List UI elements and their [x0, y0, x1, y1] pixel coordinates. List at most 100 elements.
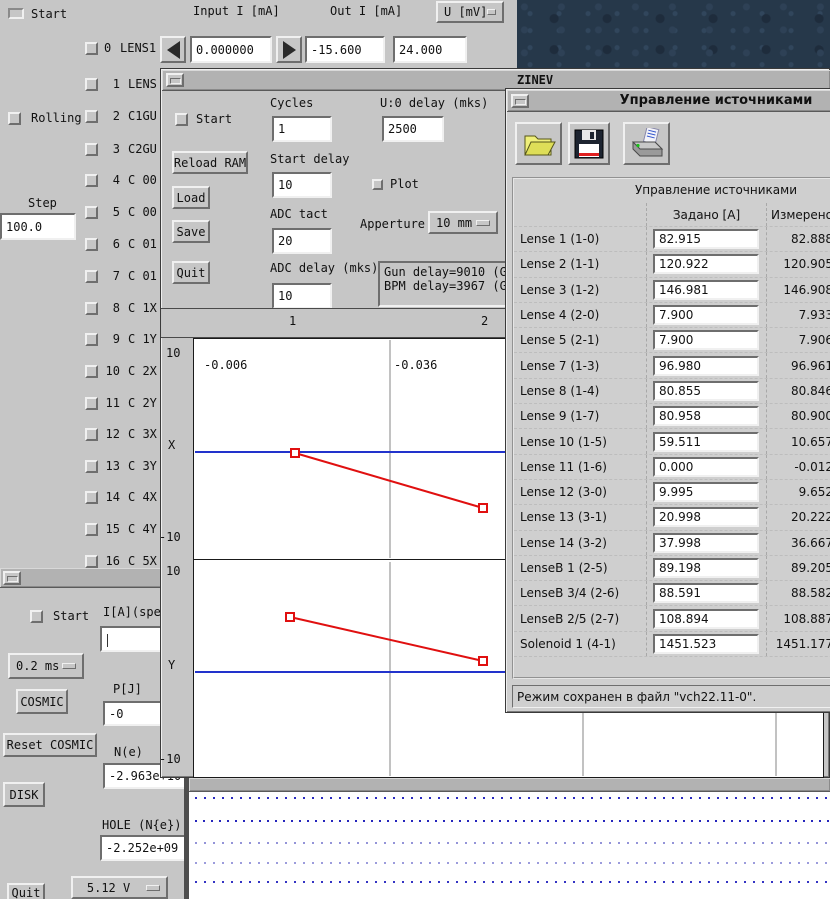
cosmic-quit-button[interactable]: Quit [7, 883, 45, 899]
channel-checkbox[interactable] [85, 523, 98, 536]
channel-checkbox[interactable] [85, 555, 98, 568]
channel-checkbox[interactable] [85, 428, 98, 441]
set-current-field[interactable]: 96.980 [653, 356, 759, 376]
channel-checkbox[interactable] [85, 491, 98, 504]
set-current-field[interactable]: 59.511 [653, 432, 759, 452]
u-units-option-menu[interactable]: U [mV] [436, 1, 504, 23]
desktop-wallpaper [517, 0, 830, 70]
disk-button[interactable]: DISK [3, 782, 45, 807]
reset-cosmic-button[interactable]: Reset COSMIC [3, 733, 97, 757]
channel-checkbox[interactable] [85, 365, 98, 378]
channel-checkbox[interactable] [85, 78, 98, 91]
step-field[interactable]: 100.0 [0, 213, 76, 240]
channel-number: 3 [102, 142, 120, 156]
zinev-title: ZINEV [517, 73, 553, 87]
increment-arrow-button[interactable] [276, 36, 302, 63]
channel-checkbox[interactable] [85, 460, 98, 473]
sources-titlebar[interactable]: Управление источниками [507, 90, 830, 112]
u-value-field[interactable]: 24.000 [393, 36, 467, 63]
open-file-button[interactable] [515, 122, 562, 165]
channel-name: LENS [128, 77, 157, 91]
out-current-field[interactable]: -15.600 [305, 36, 385, 63]
cosmic-start-checkbox[interactable] [30, 610, 43, 623]
scope-window [184, 778, 830, 899]
measured-current: 80.900 [766, 404, 830, 428]
set-current-field[interactable]: 80.855 [653, 381, 759, 401]
set-current-field[interactable]: 37.998 [653, 533, 759, 553]
set-current-field[interactable]: 0.000 [653, 457, 759, 477]
channel-checkbox[interactable] [85, 333, 98, 346]
set-current-field[interactable]: 7.900 [653, 330, 759, 350]
cosmic-start-label: Start [53, 609, 89, 623]
source-name: Lense 8 (1-4) [514, 384, 646, 398]
window-menu-button[interactable] [3, 571, 21, 585]
measured-current: 82.888 [766, 227, 830, 251]
set-current-field[interactable]: 146.981 [653, 280, 759, 300]
set-current-field[interactable]: 1451.523 [653, 634, 759, 654]
set-current-field[interactable]: 82.915 [653, 229, 759, 249]
channel-name: C 1X [128, 301, 157, 315]
print-button[interactable] [623, 122, 670, 165]
set-current-field[interactable]: 20.998 [653, 507, 759, 527]
hole-field[interactable]: -2.252e+09 [100, 835, 190, 861]
channel-checkbox[interactable] [85, 42, 98, 55]
measured-current: 10.657 [766, 429, 830, 453]
scope-titlebar[interactable] [189, 778, 830, 792]
set-current-field[interactable]: 80.958 [653, 406, 759, 426]
voltage-value: 5.12 V [87, 881, 130, 895]
voltage-option-menu[interactable]: 5.12 V [71, 876, 168, 899]
column-header-input-current: Input I [mA] [193, 4, 280, 18]
status-text: Режим сохранен в файл "vch22.11-0". [517, 690, 756, 704]
time-scale-option-menu[interactable]: 0.2 ms [8, 653, 84, 679]
set-current-field[interactable]: 88.591 [653, 583, 759, 603]
scope-trace [195, 797, 830, 799]
channel-checkbox[interactable] [85, 397, 98, 410]
channel-checkbox[interactable] [85, 110, 98, 123]
channel-checkbox[interactable] [85, 143, 98, 156]
channel-number: 14 [102, 490, 120, 504]
channel-name: C 00 [128, 173, 157, 187]
measured-current: 7.933 [766, 303, 830, 327]
channel-name: C 4Y [128, 522, 157, 536]
measured-current: 36.667 [766, 531, 830, 555]
set-current-field[interactable]: 89.198 [653, 558, 759, 578]
table-row: LenseB 2/5 (2-7)108.894108.887 [514, 606, 830, 631]
channel-number: 0 [104, 41, 111, 55]
table-row: Lense 11 (1-6)0.000-0.012 [514, 455, 830, 480]
set-current-field[interactable]: 9.995 [653, 482, 759, 502]
channel-name: C 1Y [128, 332, 157, 346]
measured-current: 1451.177 [766, 632, 830, 656]
channel-name: C 4X [128, 490, 157, 504]
channel-checkbox[interactable] [85, 270, 98, 283]
window-menu-button[interactable] [166, 73, 184, 87]
save-file-button[interactable] [568, 122, 610, 165]
source-name: LenseB 1 (2-5) [514, 561, 646, 575]
set-current-field[interactable]: 7.900 [653, 305, 759, 325]
input-current-field[interactable]: 0.000000 [190, 36, 272, 63]
channel-number: 1 [102, 77, 120, 91]
measured-current: 108.887 [766, 606, 830, 630]
set-current-field[interactable]: 120.922 [653, 254, 759, 274]
cosmic-button[interactable]: COSMIC [16, 689, 68, 714]
window-menu-button[interactable] [511, 94, 529, 108]
measured-current: 7.906 [766, 328, 830, 352]
start-checkbox[interactable] [8, 8, 24, 19]
channel-checkbox[interactable] [85, 238, 98, 251]
channel-checkbox[interactable] [85, 206, 98, 219]
table-row: Lense 8 (1-4)80.85580.846 [514, 379, 830, 404]
measured-current: 9.652 [766, 480, 830, 504]
desktop: Start Input I [mA] Out I [mA] U [mV] 0 L… [0, 0, 830, 899]
p-value: -0 [109, 707, 123, 721]
table-row: Lense 5 (2-1)7.9007.906 [514, 328, 830, 353]
table-row: Lense 7 (1-3)96.98096.961 [514, 353, 830, 378]
open-folder-icon [522, 129, 556, 159]
channel-name: C 2X [128, 364, 157, 378]
table-row: Lense 9 (1-7)80.95880.900 [514, 404, 830, 429]
rolling-checkbox[interactable] [8, 112, 21, 125]
set-current-field[interactable]: 108.894 [653, 609, 759, 629]
channel-checkbox[interactable] [85, 302, 98, 315]
scope-trace [195, 862, 830, 864]
channel-checkbox[interactable] [85, 174, 98, 187]
table-row: Lense 13 (3-1)20.99820.222 [514, 505, 830, 530]
decrement-arrow-button[interactable] [160, 36, 186, 63]
